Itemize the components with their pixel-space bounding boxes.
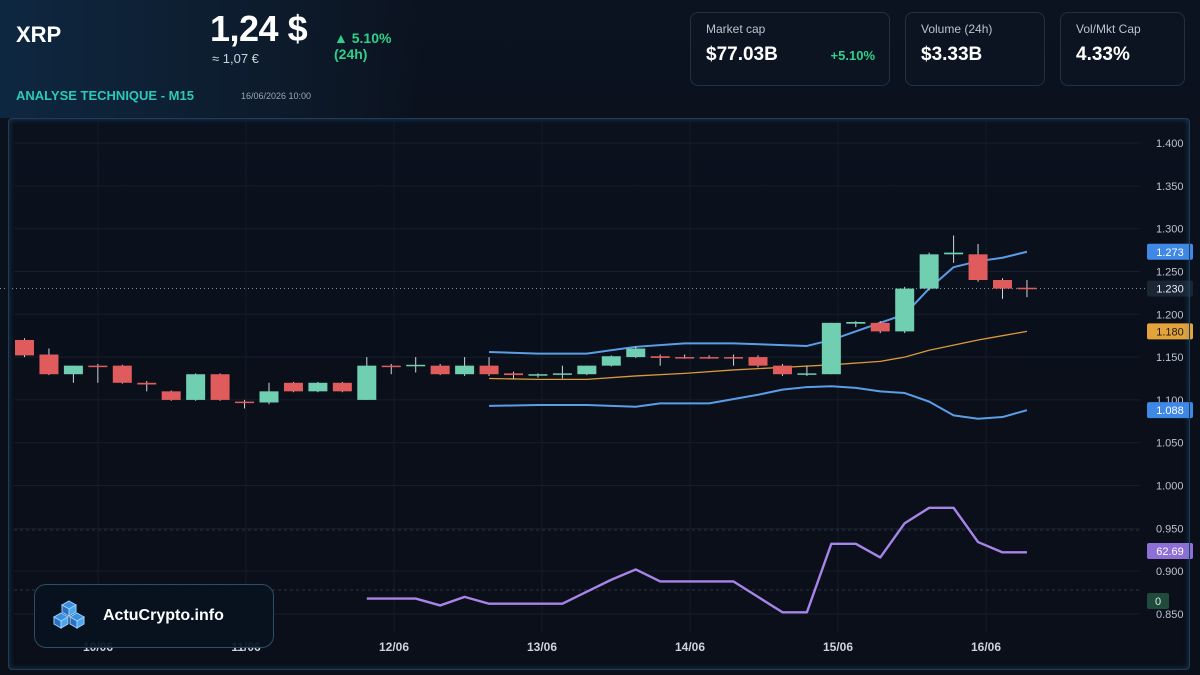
price-tag-label: 1.273	[1156, 247, 1184, 259]
candle-body	[63, 365, 83, 375]
candle-body	[283, 382, 303, 392]
y-tick-label: 1.200	[1156, 309, 1184, 321]
candle-body	[772, 365, 792, 375]
candle-body	[186, 374, 206, 400]
y-tick-label: 1.050	[1156, 438, 1184, 450]
chart-series	[366, 250, 1028, 614]
y-tick-label: 0.900	[1156, 566, 1184, 578]
bollinger-lower-line	[489, 385, 1028, 420]
candle-body	[430, 365, 450, 375]
x-tick-label: 13/06	[527, 640, 557, 654]
candle-body	[137, 382, 157, 385]
candle-body	[406, 364, 426, 367]
cubes-logo-icon	[52, 600, 86, 629]
price-tag-label: 62.69	[1156, 546, 1184, 558]
candle-body	[626, 348, 646, 358]
candle-body	[724, 357, 744, 359]
candle-body	[675, 357, 695, 359]
x-tick-label: 15/06	[823, 640, 853, 654]
y-tick-label: 0.850	[1156, 609, 1184, 621]
y-tick-label: 1.400	[1156, 138, 1184, 150]
candle-body	[968, 254, 988, 281]
candle-body	[39, 354, 59, 375]
x-tick-label: 12/06	[379, 640, 409, 654]
candle-body	[993, 280, 1012, 289]
candle-body	[259, 391, 279, 403]
candle-body	[235, 401, 255, 404]
candle-body	[601, 356, 621, 366]
price-tag-label: 1.180	[1156, 326, 1184, 338]
candle-body	[577, 365, 597, 375]
app-root: XRP 1,24 $ ≈ 1,07 € ▲ 5.10% (24h) ANALYS…	[0, 0, 1200, 675]
y-tick-label: 1.300	[1156, 224, 1184, 236]
candle-body	[504, 373, 523, 376]
candle-body	[552, 373, 572, 375]
candle-body	[381, 365, 401, 368]
candle-body	[161, 391, 181, 400]
candle-body	[308, 382, 328, 392]
candle-body	[748, 357, 768, 366]
chart-axis: 1.4001.3501.3001.2501.2001.1501.1001.050…	[83, 138, 1193, 654]
candle-body	[88, 365, 108, 368]
candle-body	[528, 374, 548, 376]
candle-body	[112, 365, 132, 383]
candle-body	[870, 322, 890, 332]
candle-body	[895, 288, 915, 332]
y-tick-label: 1.250	[1156, 266, 1184, 278]
price-tag-label: 1.230	[1156, 284, 1184, 296]
candle-body	[821, 322, 841, 375]
candle-body	[919, 254, 939, 289]
brand-badge[interactable]: ActuCrypto.info	[34, 584, 274, 648]
price-tag-label: 1.088	[1156, 405, 1184, 417]
candle-body	[332, 382, 352, 392]
price-chart[interactable]: 1.4001.3501.3001.2501.2001.1501.1001.050…	[0, 0, 1200, 675]
candle-body	[699, 357, 719, 359]
brand-name: ActuCrypto.info	[103, 607, 224, 624]
rsi-line	[366, 506, 1027, 614]
candle-body	[210, 374, 230, 400]
y-tick-label: 0.950	[1156, 523, 1184, 535]
y-tick-label: 1.350	[1156, 181, 1184, 193]
candle-body	[455, 365, 475, 375]
y-tick-label: 1.150	[1156, 352, 1184, 364]
chart-grid	[0, 122, 1145, 632]
candle-body	[479, 365, 499, 375]
candle-body	[797, 373, 817, 375]
candle-body	[846, 321, 866, 324]
x-tick-label: 16/06	[971, 640, 1001, 654]
candle-body	[944, 252, 964, 255]
x-tick-label: 14/06	[675, 640, 705, 654]
price-tag-label: 0	[1155, 596, 1161, 608]
candle-body	[357, 365, 377, 400]
candle-body	[650, 356, 670, 358]
candle-body	[15, 339, 34, 356]
candle-body	[1017, 287, 1037, 290]
y-tick-label: 1.000	[1156, 481, 1184, 493]
bollinger-upper-line	[489, 250, 1028, 355]
